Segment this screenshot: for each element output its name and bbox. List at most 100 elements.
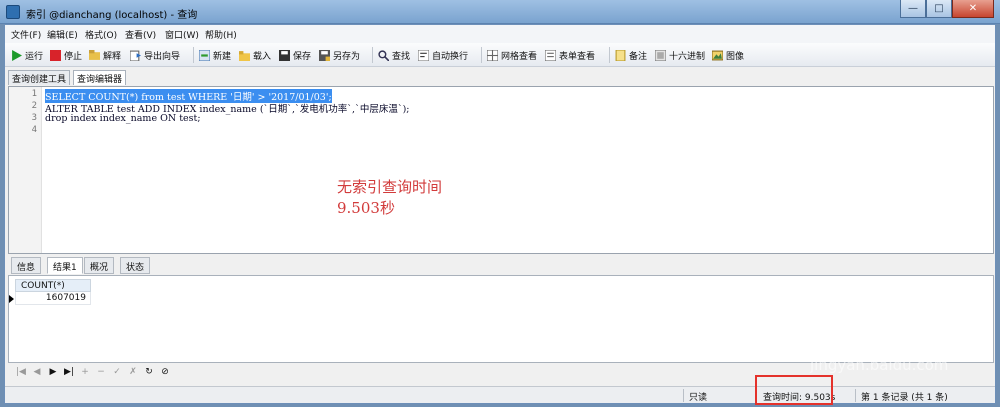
save-as-button[interactable]: 另存为: [319, 47, 360, 63]
sql-editor[interactable]: 1 2 3 4 SELECT COUNT(*) from test WHERE …: [8, 86, 994, 254]
hex-label: 十六进制: [669, 51, 706, 62]
annotation-time: 9.503秒: [337, 199, 395, 217]
window-controls: — □ ✕: [900, 0, 994, 19]
record-count-status: 第 1 条记录 (共 1 条): [861, 393, 948, 403]
cancel-button[interactable]: ✗: [128, 367, 138, 377]
grid-view-label: 网格查看: [501, 51, 538, 62]
stop-fetch-button[interactable]: ⊘: [160, 367, 170, 377]
tab-query-builder[interactable]: 查询创建工具: [8, 70, 71, 85]
grid-icon: [487, 49, 498, 61]
last-record-button[interactable]: ▶|: [64, 367, 74, 377]
menu-format[interactable]: 格式(O): [85, 28, 117, 41]
tab-result1[interactable]: 结果1: [47, 257, 83, 274]
load-button[interactable]: 载入: [239, 47, 271, 63]
title-bar: 索引 @dianchang (localhost) - 查询 — □ ✕: [0, 0, 1000, 24]
tab-info[interactable]: 信息: [11, 257, 42, 274]
find-button[interactable]: 查找: [378, 47, 410, 63]
explain-icon: [89, 49, 100, 60]
play-icon: [12, 49, 22, 61]
close-button[interactable]: ✕: [952, 0, 994, 18]
baidu-watermark-url: jingyan.baidu.com: [810, 356, 949, 374]
toolbar-separator: [481, 47, 482, 63]
memo-button[interactable]: 备注: [615, 47, 647, 63]
new-icon: [199, 49, 210, 61]
tab-query-editor[interactable]: 查询编辑器: [73, 70, 127, 85]
save-icon: [279, 49, 290, 61]
stop-label: 停止: [64, 51, 83, 62]
form-view-button[interactable]: 表单查看: [545, 47, 595, 63]
save-button[interactable]: 保存: [279, 47, 311, 63]
line-number: 4: [31, 125, 37, 135]
highlight-box: [755, 375, 833, 405]
status-separator: [855, 389, 856, 402]
explain-button[interactable]: 解释: [89, 47, 121, 63]
table-cell-count[interactable]: 1607019: [15, 292, 91, 305]
wrap-icon: [418, 49, 429, 61]
grid-view-button[interactable]: 网格查看: [487, 47, 537, 63]
menu-file[interactable]: 文件(F): [11, 28, 41, 41]
stop-icon: [50, 49, 61, 61]
app-icon: [6, 5, 20, 19]
run-button[interactable]: 运行: [11, 47, 43, 63]
result-tabs: 信息 结果1 概况 状态: [8, 255, 994, 275]
maximize-button[interactable]: □: [926, 0, 952, 18]
refresh-button[interactable]: ↻: [144, 367, 154, 377]
export-icon: [130, 50, 141, 61]
menu-window[interactable]: 窗口(W): [165, 28, 199, 41]
search-icon: [378, 49, 389, 61]
export-wizard-button[interactable]: 导出向导: [130, 47, 180, 63]
run-label: 运行: [25, 51, 44, 62]
apply-button[interactable]: ✓: [112, 367, 122, 377]
readonly-status: 只读: [689, 393, 708, 403]
word-wrap-label: 自动换行: [432, 51, 469, 62]
minimize-button[interactable]: —: [900, 0, 926, 18]
export-label: 导出向导: [144, 51, 181, 62]
code-line[interactable]: drop index index_name ON test;: [45, 113, 201, 124]
menu-help[interactable]: 帮助(H): [205, 28, 237, 41]
hex-icon: [655, 49, 666, 61]
save-as-label: 另存为: [333, 51, 361, 62]
delete-record-button[interactable]: −: [96, 367, 106, 377]
save-label: 保存: [293, 51, 312, 62]
save-as-icon: [319, 49, 330, 61]
line-number-gutter: 1 2 3 4: [9, 87, 42, 253]
add-record-button[interactable]: +: [80, 367, 90, 377]
load-label: 载入: [253, 51, 272, 62]
menu-edit[interactable]: 编辑(E): [47, 28, 78, 41]
form-icon: [545, 49, 556, 61]
memo-label: 备注: [629, 51, 648, 62]
first-record-button[interactable]: |◀: [16, 367, 26, 377]
current-row-marker-icon: [9, 295, 14, 303]
status-bar: 只读 查询时间: 9.503s 第 1 条记录 (共 1 条): [5, 386, 995, 403]
status-separator: [683, 389, 684, 402]
toolbar-separator: [193, 47, 194, 63]
image-button[interactable]: 图像: [712, 47, 744, 63]
toolbar-separator: [609, 47, 610, 63]
window-title: 索引 @dianchang (localhost) - 查询: [26, 10, 198, 21]
menu-bar: 文件(F) 编辑(E) 格式(O) 查看(V) 窗口(W) 帮助(H): [5, 25, 995, 43]
menu-view[interactable]: 查看(V): [125, 28, 156, 41]
find-label: 查找: [392, 51, 411, 62]
column-header-count[interactable]: COUNT(*): [15, 279, 91, 292]
memo-icon: [615, 49, 626, 61]
line-number: 2: [31, 101, 37, 111]
tab-status[interactable]: 状态: [120, 257, 151, 274]
form-view-label: 表单查看: [559, 51, 596, 62]
hex-button[interactable]: 十六进制: [655, 47, 705, 63]
toolbar-separator: [372, 47, 373, 63]
new-label: 新建: [213, 51, 232, 62]
next-record-button[interactable]: ▶: [48, 367, 58, 377]
new-button[interactable]: 新建: [199, 47, 231, 63]
image-label: 图像: [726, 51, 745, 62]
image-icon: [712, 50, 723, 60]
stop-button[interactable]: 停止: [50, 47, 82, 63]
line-number: 3: [31, 113, 37, 123]
line-number: 1: [31, 89, 37, 99]
folder-icon: [239, 50, 250, 61]
prev-record-button[interactable]: ◀: [32, 367, 42, 377]
annotation-label: 无索引查询时间: [337, 178, 443, 196]
explain-label: 解释: [103, 51, 122, 62]
word-wrap-button[interactable]: 自动换行: [418, 47, 468, 63]
toolbar: 运行 停止 解释 导出向导 新建 载入 保存 另存为 查找 自动换行 网格查看 …: [5, 43, 995, 67]
tab-profile[interactable]: 概况: [84, 257, 115, 274]
